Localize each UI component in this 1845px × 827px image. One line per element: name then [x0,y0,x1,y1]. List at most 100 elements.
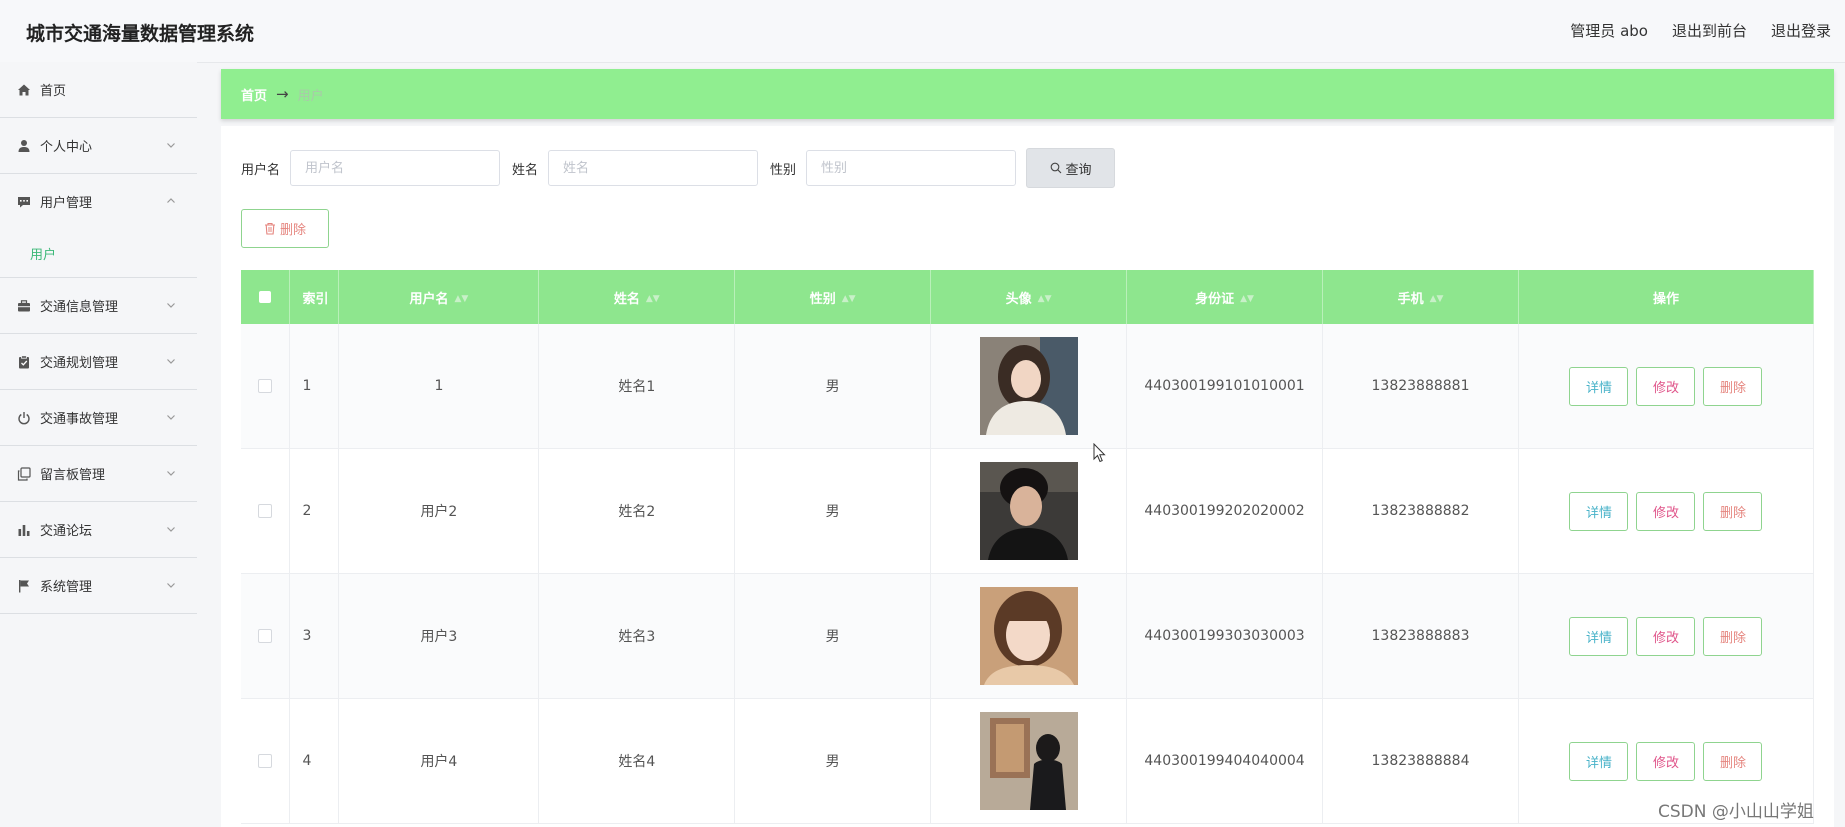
select-all-checkbox[interactable] [259,291,272,303]
gender-search-input[interactable] [806,150,1017,186]
sidebar-item-message-board[interactable]: 留言板管理 [0,446,197,502]
delete-button[interactable]: 删除 [1703,366,1763,406]
detail-button[interactable]: 详情 [1569,741,1629,781]
sidebar-subitem-users[interactable]: 用户 [0,229,197,278]
exit-to-front-link[interactable]: 退出到前台 [1672,20,1747,41]
cell-id-card: 440300199101010001 [1126,324,1324,449]
chevron-down-icon [167,359,175,364]
sidebar-item-traffic-info[interactable]: 交通信息管理 [0,278,197,334]
trash-icon [264,222,275,235]
edit-button[interactable]: 修改 [1636,491,1696,531]
cell-id-card: 440300199404040004 [1126,698,1324,824]
cell-avatar [930,573,1128,699]
header-phone[interactable]: 手机 ▲▼ [1322,270,1519,324]
app-title: 城市交通海量数据管理系统 [26,23,255,45]
cell-index: 2 [289,448,340,574]
cell-phone: 13823888883 [1322,573,1519,699]
chevron-down-icon [167,471,175,476]
delete-button[interactable]: 删除 [1703,616,1763,656]
sidebar-item-forum[interactable]: 交通论坛 [0,502,197,558]
detail-button[interactable]: 详情 [1569,366,1629,406]
sidebar-item-accident[interactable]: 交通事故管理 [0,390,197,446]
chevron-down-icon [167,303,175,308]
avatar-image[interactable] [979,712,1078,810]
cell-name: 姓名1 [538,324,736,449]
search-icon [1050,162,1061,174]
avatar-image[interactable] [979,462,1078,560]
delete-button[interactable]: 删除 [1703,741,1763,781]
cell-index: 1 [289,324,340,449]
sidebar-item-label: 交通信息管理 [40,300,119,315]
table-row: 1 1 姓名1 男 440300199101010001 13823888881… [241,324,1815,449]
breadcrumb-home[interactable]: 首页 [241,85,267,104]
row-checkbox[interactable] [258,629,273,643]
select-all-cell[interactable] [241,270,291,324]
sidebar-item-home[interactable]: 首页 [0,62,197,118]
row-select-cell[interactable] [241,573,291,699]
row-select-cell[interactable] [241,698,291,824]
sort-icon[interactable]: ▲▼ [646,294,660,304]
query-button[interactable]: 查询 [1026,148,1116,188]
cell-ops: 详情 修改 删除 [1518,448,1815,574]
avatar-image[interactable] [979,587,1078,685]
cell-username: 用户3 [338,573,540,699]
table-row: 2 用户2 姓名2 男 440300199202020002 138238888… [241,448,1815,574]
name-search-input[interactable] [548,150,759,186]
home-icon [16,82,32,98]
sidebar-item-label: 个人中心 [40,140,93,155]
sort-icon[interactable]: ▲▼ [842,294,856,304]
row-select-cell[interactable] [241,448,291,574]
row-select-cell[interactable] [241,324,291,449]
cell-name: 姓名3 [538,573,736,699]
sort-icon[interactable]: ▲▼ [1240,294,1254,304]
sidebar-item-label: 交通论坛 [40,524,93,539]
delete-button[interactable]: 删除 [1703,491,1763,531]
sidebar-item-label: 首页 [40,84,67,99]
sidebar-item-system[interactable]: 系统管理 [0,558,197,614]
cell-id-card: 440300199202020002 [1126,448,1324,574]
chevron-down-icon [167,527,175,532]
sidebar-item-label: 系统管理 [40,580,93,595]
sidebar-item-traffic-planning[interactable]: 交通规划管理 [0,334,197,390]
cell-avatar [930,324,1128,449]
header-gender[interactable]: 性别 ▲▼ [734,270,932,324]
row-checkbox[interactable] [258,504,273,518]
sidebar-item-user-management[interactable]: 用户管理 [0,174,197,229]
cell-gender: 男 [734,448,932,574]
cell-avatar [930,448,1128,574]
power-icon [16,410,32,426]
header-username[interactable]: 用户名 ▲▼ [338,270,540,324]
detail-button[interactable]: 详情 [1569,616,1629,656]
edit-button[interactable]: 修改 [1636,616,1696,656]
username-search-input[interactable] [290,150,501,186]
header-id-card[interactable]: 身份证 ▲▼ [1126,270,1324,324]
edit-button[interactable]: 修改 [1636,366,1696,406]
top-bar: 城市交通海量数据管理系统 管理员 abo 退出到前台 退出登录 [0,0,1845,63]
cell-id-card: 440300199303030003 [1126,573,1324,699]
sort-icon[interactable]: ▲▼ [454,294,468,304]
header-avatar[interactable]: 头像 ▲▼ [930,270,1128,324]
sort-icon[interactable]: ▲▼ [1430,294,1444,304]
header-index: 索引 [289,270,340,324]
logout-link[interactable]: 退出登录 [1771,20,1831,41]
avatar-image[interactable] [979,337,1078,435]
detail-button[interactable]: 详情 [1569,491,1629,531]
header-ops: 操作 [1518,270,1815,324]
edit-button[interactable]: 修改 [1636,741,1696,781]
header-name-label: 姓名 [613,291,640,307]
chevron-up-icon [167,198,175,203]
sort-icon[interactable]: ▲▼ [1038,294,1052,304]
row-checkbox[interactable] [258,379,273,393]
cell-gender: 男 [734,698,932,824]
cell-gender: 男 [734,324,932,449]
chevron-down-icon [167,415,175,420]
batch-delete-button[interactable]: 删除 [241,209,329,248]
mouse-cursor-icon [1093,443,1106,463]
header-phone-label: 手机 [1397,291,1424,307]
row-checkbox[interactable] [258,754,273,768]
sidebar-item-profile[interactable]: 个人中心 [0,118,197,174]
header-id-card-label: 身份证 [1195,291,1235,307]
header-name[interactable]: 姓名 ▲▼ [538,270,736,324]
cell-name: 姓名4 [538,698,736,824]
cell-gender: 男 [734,573,932,699]
